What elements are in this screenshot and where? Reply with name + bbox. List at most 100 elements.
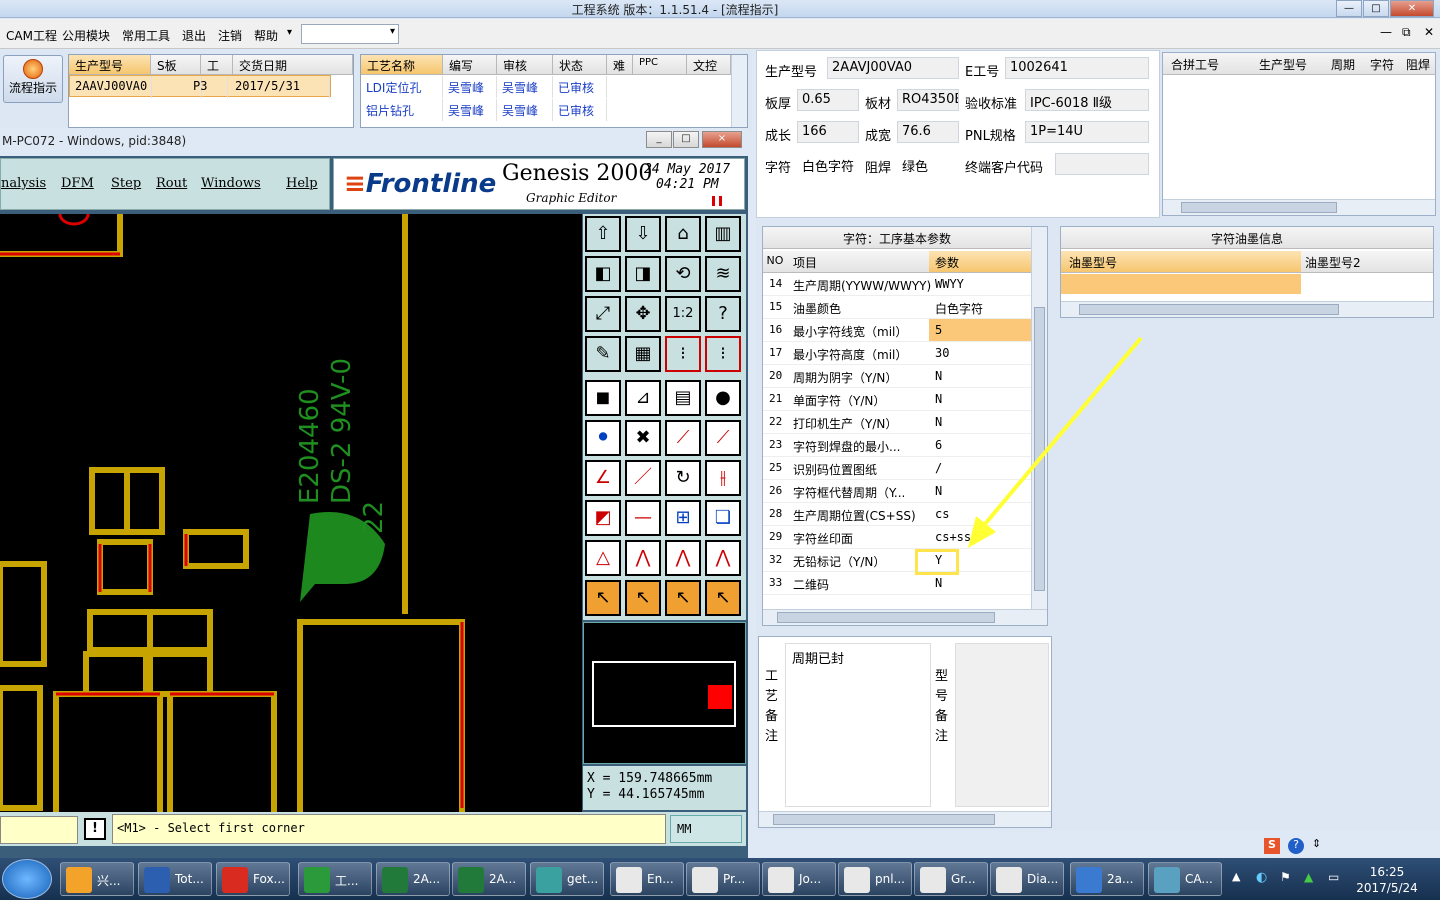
combine-header[interactable]: 阻焊 bbox=[1401, 53, 1435, 75]
menu-tools[interactable]: 常用工具 bbox=[122, 27, 170, 44]
zoom-center-icon[interactable]: ✥ bbox=[625, 296, 661, 332]
process-header-review[interactable]: 审核 bbox=[497, 55, 553, 75]
peak2-icon[interactable]: ⋀ bbox=[665, 540, 701, 576]
minimap[interactable] bbox=[583, 622, 746, 764]
gmenu-help[interactable]: Help bbox=[286, 176, 318, 191]
select-arrow-icon[interactable]: ↖ bbox=[585, 580, 621, 616]
line-icon[interactable]: ⟋ bbox=[665, 420, 701, 456]
mdi-minimize-icon[interactable]: — bbox=[1380, 25, 1392, 39]
menu-common-module[interactable]: 公用模块 bbox=[62, 27, 110, 44]
params-header-value[interactable]: 参数 bbox=[929, 251, 1031, 273]
gmenu-step[interactable]: Step bbox=[111, 176, 141, 191]
ink-header-2[interactable]: 油墨型号2 bbox=[1301, 251, 1433, 273]
process-header-status[interactable]: 状态 bbox=[553, 55, 607, 75]
panel-icon[interactable]: ▥ bbox=[705, 216, 741, 252]
unit-selector[interactable]: MM bbox=[670, 815, 742, 843]
measure-icon[interactable]: ⊿ bbox=[625, 380, 661, 416]
menu-help[interactable]: 帮助 bbox=[254, 27, 278, 44]
taskbar-item[interactable]: 2A... bbox=[376, 862, 450, 896]
taskbar-item[interactable]: 2a... bbox=[1070, 862, 1144, 896]
chevron-down-icon[interactable]: ▾ bbox=[287, 27, 292, 38]
flag-icon[interactable]: ⚑ bbox=[1280, 870, 1291, 884]
params-header-item[interactable]: 项目 bbox=[787, 251, 929, 273]
peak-icon[interactable]: ⋀ bbox=[625, 540, 661, 576]
genesis-maximize-button[interactable]: □ bbox=[673, 131, 699, 148]
taskbar-item[interactable]: CA... bbox=[1148, 862, 1222, 896]
mdi-restore-icon[interactable]: ⧉ bbox=[1402, 25, 1411, 40]
process-header-ppc[interactable]: PPC bbox=[633, 55, 687, 75]
combine-header[interactable]: 字符 bbox=[1363, 53, 1401, 75]
ink-selected-row[interactable] bbox=[1061, 274, 1301, 294]
taskbar-item[interactable]: Gr... bbox=[914, 862, 988, 896]
help-tray-icon[interactable]: ? bbox=[1288, 838, 1304, 854]
table-row[interactable]: 14 生产周期(YYWW/WWYY) WWYY bbox=[763, 273, 1033, 296]
gmenu-rout[interactable]: Rout bbox=[156, 176, 187, 191]
value-e-no[interactable]: 1002641 bbox=[1005, 57, 1149, 79]
layer-down-icon[interactable]: ⇩ bbox=[625, 216, 661, 252]
net-red-icon[interactable]: ⁝ bbox=[665, 336, 701, 372]
palette-icon[interactable]: ✎ bbox=[585, 336, 621, 372]
pan-right-icon[interactable]: ◨ bbox=[625, 256, 661, 292]
combine-header[interactable]: 合拼工号 bbox=[1163, 53, 1243, 75]
angle-icon[interactable]: ∠ bbox=[585, 460, 621, 496]
genesis-minimize-button[interactable]: _ bbox=[646, 131, 672, 148]
slash-icon[interactable]: ／ bbox=[625, 460, 661, 496]
taskbar-item[interactable]: Jo... bbox=[762, 862, 836, 896]
monitor-icon[interactable]: ▭ bbox=[1328, 870, 1339, 884]
value-mask[interactable]: 绿色 bbox=[897, 153, 959, 175]
taskbar-item[interactable]: Tot... bbox=[138, 862, 212, 896]
net-red2-icon[interactable]: ⁝ bbox=[705, 336, 741, 372]
order-header-model[interactable]: 生产型号 bbox=[69, 55, 151, 75]
process-remark-text[interactable]: 周期已封 bbox=[785, 643, 931, 807]
select-circle-icon[interactable]: ↖ bbox=[665, 580, 701, 616]
ink-hscroll[interactable] bbox=[1061, 301, 1433, 317]
close-button[interactable]: ✕ bbox=[1390, 0, 1434, 17]
redraw-icon[interactable]: ⟲ bbox=[665, 256, 701, 292]
move-pad-icon[interactable]: ◩ bbox=[585, 500, 621, 536]
flow-indicator-button[interactable]: 流程指示 bbox=[3, 55, 63, 103]
menu-cam[interactable]: CAM工程 bbox=[6, 27, 57, 44]
process-scrollbar[interactable] bbox=[731, 55, 747, 127]
grid-icon[interactable]: ▦ bbox=[625, 336, 661, 372]
process-header-doc[interactable]: 文控 bbox=[687, 55, 731, 75]
table-row[interactable]: 33 二维码 N bbox=[763, 572, 1033, 595]
network-icon[interactable]: ◐ bbox=[1256, 870, 1267, 885]
home-icon[interactable]: ⌂ bbox=[665, 216, 701, 252]
pcb-canvas[interactable]: E204460 DS-2 94V-0 22 bbox=[0, 214, 582, 818]
menu-exit[interactable]: 退出 bbox=[182, 27, 206, 44]
taskbar-item[interactable]: pnl... bbox=[838, 862, 912, 896]
gmenu-analysis[interactable]: nalysis bbox=[1, 176, 46, 191]
peak3-icon[interactable]: ⋀ bbox=[705, 540, 741, 576]
remarks-hscroll[interactable] bbox=[759, 811, 1051, 827]
tray-arrow-icon[interactable]: ⇕ bbox=[1312, 837, 1321, 850]
process-header-name[interactable]: 工艺名称 bbox=[361, 55, 443, 75]
help-icon[interactable]: ? bbox=[705, 296, 741, 332]
taskbar-item[interactable]: Fox... bbox=[216, 862, 290, 896]
ruler-icon[interactable]: ▤ bbox=[665, 380, 701, 416]
connect-icon[interactable]: ⚫ bbox=[585, 420, 621, 456]
model-remark-text[interactable] bbox=[955, 643, 1049, 807]
zoom-fit-icon[interactable]: ⤢ bbox=[585, 296, 621, 332]
arc-icon[interactable]: ↻ bbox=[665, 460, 701, 496]
dash-icon[interactable]: — bbox=[625, 500, 661, 536]
minimap-viewport[interactable] bbox=[708, 685, 732, 709]
order-row[interactable]: 2AAVJ00VA0 P3 2017/5/31 bbox=[69, 75, 331, 98]
copy-icon[interactable]: ❏ bbox=[705, 500, 741, 536]
taskbar-item[interactable]: 工... bbox=[298, 862, 372, 896]
triangle-icon[interactable]: △ bbox=[585, 540, 621, 576]
process-header-author[interactable]: 编写 bbox=[443, 55, 497, 75]
minimize-button[interactable]: — bbox=[1336, 0, 1362, 17]
combine-header[interactable]: 生产型号 bbox=[1243, 53, 1323, 75]
start-button[interactable] bbox=[2, 859, 52, 899]
clock[interactable]: 16:25 2017/5/24 bbox=[1348, 864, 1426, 896]
taskbar-item[interactable]: Pr... bbox=[686, 862, 760, 896]
ink-header-1[interactable]: 油墨型号 bbox=[1061, 251, 1301, 273]
fill-icon[interactable]: ◼ bbox=[585, 380, 621, 416]
pan-left-icon[interactable]: ◧ bbox=[585, 256, 621, 292]
value-char[interactable]: 白色字符 bbox=[797, 153, 859, 175]
cross-icon[interactable]: ✖ bbox=[625, 420, 661, 456]
menu-logout[interactable]: 注销 bbox=[218, 27, 242, 44]
genesis-close-button[interactable]: × bbox=[702, 131, 742, 148]
gmenu-dfm[interactable]: DFM bbox=[61, 176, 94, 191]
scale-1-2-icon[interactable]: 1:2 bbox=[665, 296, 701, 332]
